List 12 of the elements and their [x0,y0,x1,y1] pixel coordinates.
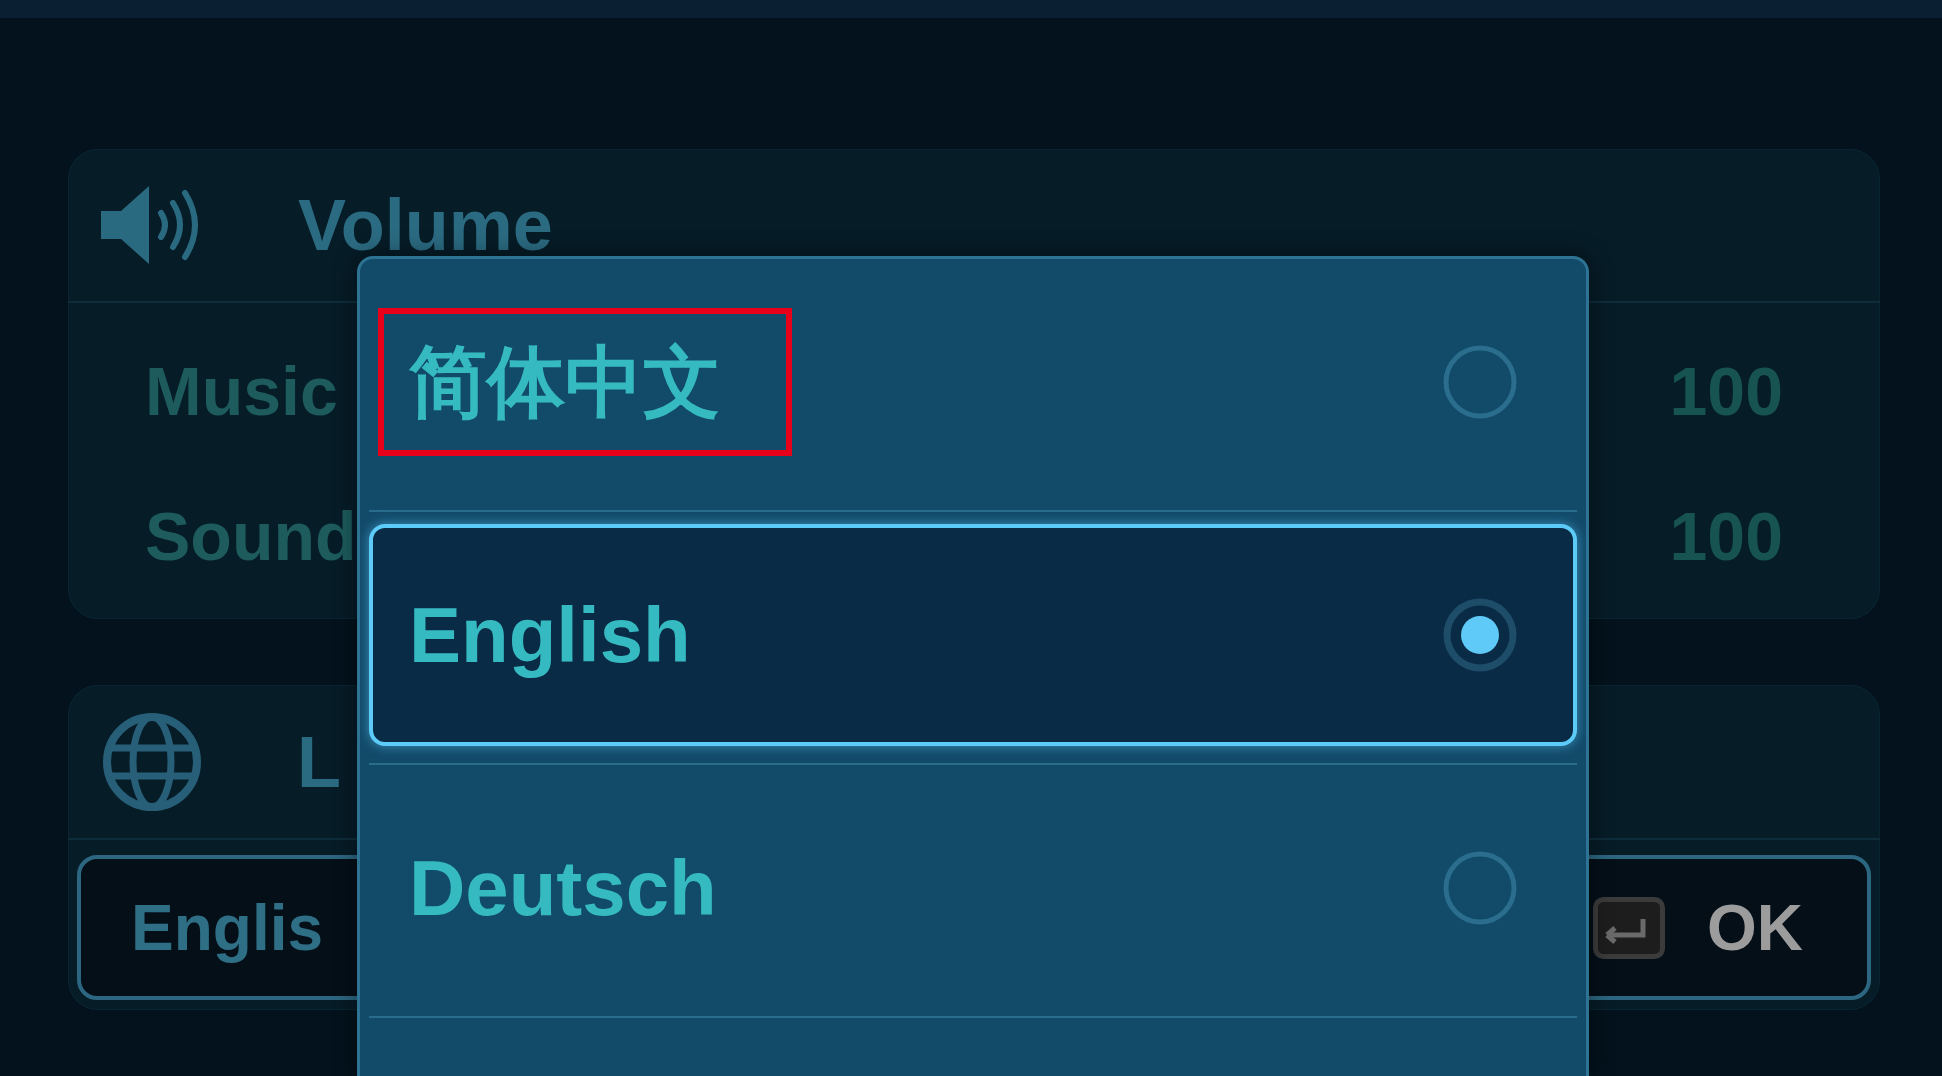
language-option[interactable]: English [369,524,1577,746]
panel-title: Volume [298,189,553,261]
ok-button[interactable]: OK [1593,895,1803,960]
language-option[interactable]: 简体中文 [369,271,1577,493]
value-reading: 100 [1669,501,1783,570]
setting-label: Sound [145,501,357,570]
globe-icon [102,711,202,812]
enter-key-icon [1593,896,1665,959]
value-reading: 100 [1669,356,1783,425]
setting-label: Music [145,356,338,425]
panel-title: L [297,725,341,798]
language-option[interactable]: Deutsch [369,777,1577,999]
